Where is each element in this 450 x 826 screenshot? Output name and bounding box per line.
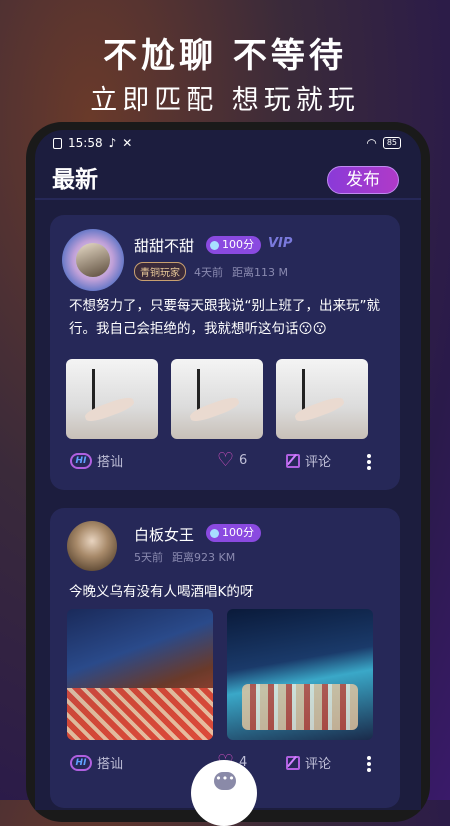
- coin-value: 100分: [222, 238, 254, 251]
- level-badge: 青铜玩家: [134, 262, 186, 281]
- publish-button[interactable]: 发布: [327, 166, 399, 194]
- username[interactable]: 白板女王: [134, 524, 194, 545]
- coin-icon: [210, 528, 219, 538]
- chat-bubble-icon: •••: [214, 772, 236, 790]
- status-bar: 15:58 ♪ ✕ ◠ 85: [35, 130, 421, 156]
- avatar-photo: [76, 243, 110, 277]
- post-distance: 距离923 KM: [172, 551, 236, 564]
- like-count: 6: [239, 452, 248, 468]
- app-screen: 15:58 ♪ ✕ ◠ 85 最新 发布 甜甜不甜 100分 VIP 青铜玩家 …: [35, 130, 421, 810]
- hi-button[interactable]: HI 搭讪: [70, 451, 123, 470]
- post-actions: HI 搭讪 ♡ 6 评论: [50, 451, 400, 477]
- edit-icon: [286, 755, 300, 770]
- avatar[interactable]: [67, 521, 117, 571]
- wifi-icon: ◠: [366, 136, 377, 150]
- battery-icon: 85: [382, 137, 401, 149]
- heart-icon: ♡: [217, 449, 235, 471]
- sim-icon: [53, 137, 62, 149]
- comment-button[interactable]: 评论: [286, 753, 331, 772]
- hi-chat-icon: HI: [70, 452, 92, 469]
- post-text: 不想努力了，只要每天跟我说“别上班了，出来玩”就行。我自己会拒绝的，我就想听这句…: [69, 298, 380, 337]
- coin-value: 100分: [222, 526, 254, 539]
- post-photo[interactable]: [171, 359, 263, 439]
- vip-badge: VIP: [268, 236, 293, 251]
- more-dots-icon[interactable]: [367, 756, 371, 772]
- post-time: 5天前: [134, 551, 163, 564]
- post-photo[interactable]: [227, 609, 373, 740]
- page-title: 最新: [52, 167, 98, 193]
- promo-subheadline: 立即匹配 想玩就玩: [90, 85, 360, 116]
- hi-label: 搭讪: [97, 757, 124, 772]
- promo-headline: 不尬聊 不等待: [103, 36, 347, 76]
- post-card[interactable]: 甜甜不甜 100分 VIP 青铜玩家 4天前 距离113 M 不想努力了，只要每…: [50, 215, 400, 490]
- hi-button[interactable]: HI 搭讪: [70, 753, 123, 772]
- hi-chat-icon: HI: [70, 754, 92, 771]
- post-time: 4天前: [194, 266, 223, 279]
- chat-fab-button[interactable]: [191, 760, 257, 826]
- tiktok-icon: ♪: [108, 136, 117, 150]
- like-button[interactable]: ♡ 6: [217, 449, 248, 471]
- hi-label: 搭讪: [97, 455, 124, 470]
- post-photo[interactable]: [67, 609, 213, 740]
- edit-icon: [286, 453, 300, 468]
- post-text: 今晚义乌有没有人喝酒唱K的呀: [69, 584, 254, 600]
- status-time: 15:58: [68, 136, 103, 150]
- tools-icon: ✕: [122, 136, 133, 150]
- comment-label: 评论: [305, 757, 332, 772]
- username[interactable]: 甜甜不甜: [134, 235, 194, 256]
- post-distance: 距离113 M: [232, 266, 288, 279]
- coin-icon: [210, 240, 219, 250]
- avatar[interactable]: [62, 229, 124, 291]
- coin-badge: 100分: [206, 524, 261, 542]
- post-photo[interactable]: [276, 359, 368, 439]
- post-photo[interactable]: [66, 359, 158, 439]
- comment-button[interactable]: 评论: [286, 451, 331, 470]
- coin-badge: 100分: [206, 236, 261, 254]
- header-divider: [35, 198, 421, 200]
- more-dots-icon[interactable]: [367, 454, 371, 470]
- comment-label: 评论: [305, 455, 332, 470]
